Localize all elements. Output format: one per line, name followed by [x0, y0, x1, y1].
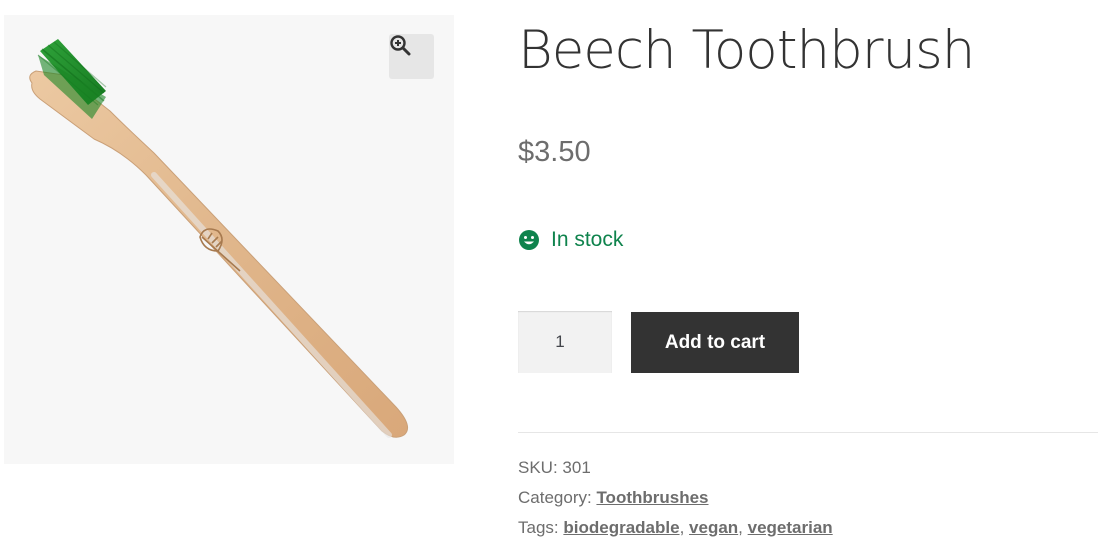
product-tags: Tags: biodegradable, vegan, vegetarian [518, 518, 833, 538]
quantity-input[interactable] [518, 311, 612, 373]
tag-link-vegetarian[interactable]: vegetarian [748, 518, 833, 537]
tag-separator: , [738, 518, 743, 537]
product-category: Category: Toothbrushes [518, 488, 709, 508]
product-title: Beech Toothbrush [518, 20, 975, 81]
category-label: Category: [518, 488, 592, 507]
add-to-cart-button[interactable]: Add to cart [631, 312, 799, 373]
sku-label: SKU: [518, 458, 558, 477]
tags-label: Tags: [518, 518, 559, 537]
smiley-icon [519, 230, 539, 250]
stock-label: In stock [551, 228, 624, 251]
product-price: $3.50 [518, 136, 591, 168]
sku-value: 301 [562, 458, 591, 477]
product-image[interactable] [4, 15, 454, 464]
category-link-toothbrushes[interactable]: Toothbrushes [596, 488, 708, 507]
divider [518, 432, 1098, 433]
product-sku: SKU: 301 [518, 458, 591, 478]
zoom-button[interactable] [389, 34, 434, 79]
product-page: Beech Toothbrush $3.50 In stock Add to c… [0, 0, 1116, 558]
toothbrush-image [29, 39, 409, 438]
tag-link-biodegradable[interactable]: biodegradable [563, 518, 679, 537]
tag-link-vegan[interactable]: vegan [689, 518, 738, 537]
tag-separator: , [679, 518, 685, 537]
zoom-in-icon [390, 35, 411, 56]
stock-status: In stock [518, 228, 623, 252]
